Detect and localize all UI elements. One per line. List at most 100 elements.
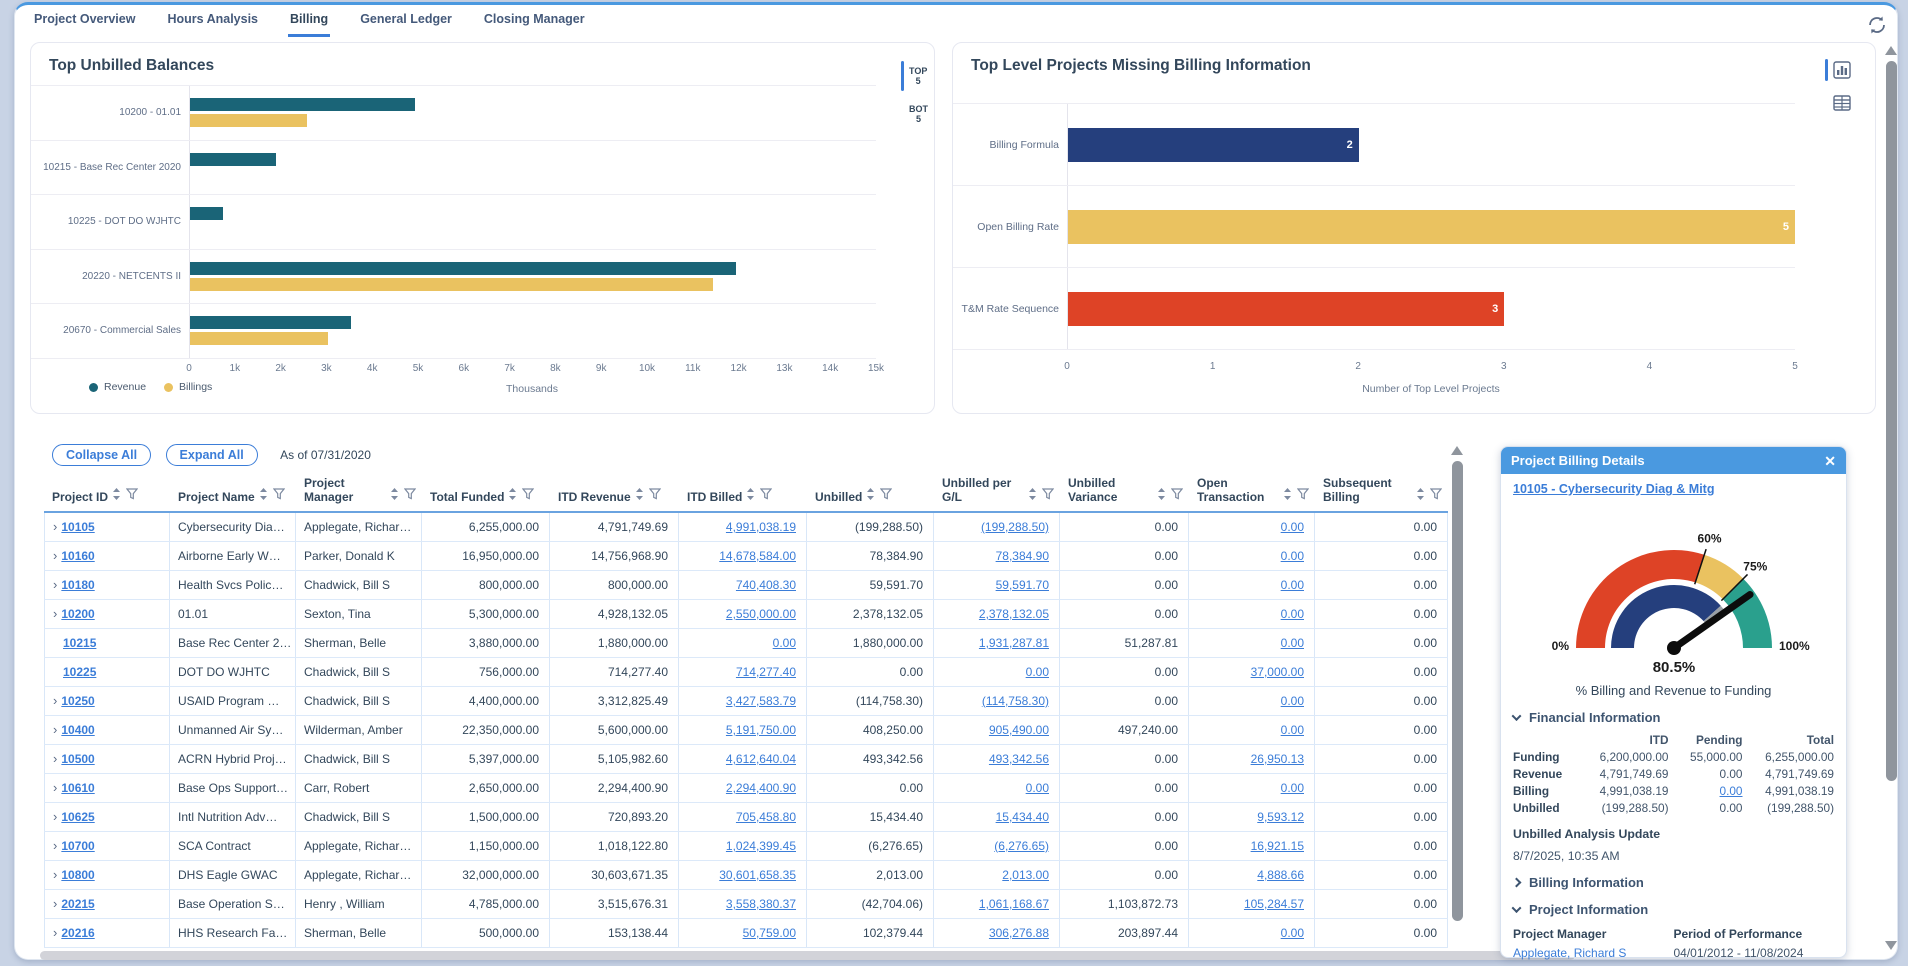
filter-icon[interactable]: [649, 488, 661, 503]
cell-link[interactable]: 30,601,658.35: [719, 868, 796, 882]
table-row[interactable]: ›10800DHS Eagle GWACApplegate, Richar…32…: [44, 861, 1448, 890]
project-id-link[interactable]: 10160: [61, 549, 94, 563]
missing-info-bar[interactable]: 2: [1068, 128, 1359, 162]
sort-icon[interactable]: [1416, 488, 1425, 503]
cell-link[interactable]: 4,991,038.19: [726, 520, 796, 534]
project-detail-link[interactable]: 10105 - Cybersecurity Diag & Mitg: [1513, 482, 1834, 496]
scroll-up-icon[interactable]: [1451, 446, 1463, 455]
revenue-bar[interactable]: [190, 262, 736, 275]
row-expand-icon[interactable]: ›: [53, 839, 57, 852]
cell-link[interactable]: 59,591.70: [996, 578, 1049, 592]
column-header-project-name[interactable]: Project Name: [170, 474, 296, 511]
scroll-up-icon[interactable]: [1885, 46, 1897, 55]
sort-icon[interactable]: [508, 488, 517, 503]
page-scrollbar-thumb[interactable]: [1886, 61, 1897, 781]
cell-link[interactable]: 705,458.80: [736, 810, 796, 824]
cell-link[interactable]: 1,931,287.81: [979, 636, 1049, 650]
scroll-down-icon[interactable]: [1885, 941, 1897, 950]
cell-link[interactable]: 78,384.90: [996, 549, 1049, 563]
cell-link[interactable]: 5,191,750.00: [726, 723, 796, 737]
close-icon[interactable]: ✕: [1824, 454, 1836, 468]
cell-link[interactable]: (199,288.50): [981, 520, 1049, 534]
filter-icon[interactable]: [1430, 488, 1442, 503]
filter-icon[interactable]: [760, 488, 772, 503]
cell-link[interactable]: 3,558,380.37: [726, 897, 796, 911]
cell-link[interactable]: 1,024,399.45: [726, 839, 796, 853]
table-row[interactable]: ›10400Unmanned Air Sy…Wilderman, Amber22…: [44, 716, 1448, 745]
tab-project-overview[interactable]: Project Overview: [32, 10, 137, 37]
cell-link[interactable]: 4,612,640.04: [726, 752, 796, 766]
project-manager-link[interactable]: Applegate, Richard S: [1513, 946, 1626, 960]
filter-icon[interactable]: [1171, 488, 1183, 503]
tab-general-ledger[interactable]: General Ledger: [358, 10, 454, 37]
table-row[interactable]: ›10700SCA ContractApplegate, Richar…1,15…: [44, 832, 1448, 861]
table-row[interactable]: ›20216HHS Research Fa…Sherman, Belle500,…: [44, 919, 1448, 948]
cell-link[interactable]: 493,342.56: [989, 752, 1049, 766]
expand-all-button[interactable]: Expand All: [166, 444, 258, 466]
revenue-bar[interactable]: [190, 153, 276, 166]
sort-icon[interactable]: [112, 488, 121, 503]
top5-toggle[interactable]: TOP5: [901, 61, 928, 91]
row-expand-icon[interactable]: ›: [53, 810, 57, 823]
billings-bar[interactable]: [190, 114, 307, 127]
cell-link[interactable]: 306,276.88: [989, 926, 1049, 940]
column-header-open-transaction[interactable]: Open Transaction: [1189, 474, 1315, 511]
row-expand-icon[interactable]: ›: [53, 549, 57, 562]
row-expand-icon[interactable]: ›: [53, 607, 57, 620]
missing-info-bar[interactable]: 5: [1068, 210, 1795, 244]
cell-link[interactable]: 0.00: [1026, 781, 1049, 795]
project-id-link[interactable]: 10105: [61, 520, 94, 534]
cell-link[interactable]: 105,284.57: [1244, 897, 1304, 911]
project-id-link[interactable]: 10700: [61, 839, 94, 853]
cell-link[interactable]: 50,759.00: [743, 926, 796, 940]
cell-link[interactable]: 2,294,400.90: [726, 781, 796, 795]
project-id-link[interactable]: 10625: [61, 810, 94, 824]
row-expand-icon[interactable]: ›: [53, 897, 57, 910]
column-header-itd-revenue[interactable]: ITD Revenue: [550, 474, 679, 511]
sort-icon[interactable]: [1283, 488, 1292, 503]
project-id-link[interactable]: 10400: [61, 723, 94, 737]
row-expand-icon[interactable]: ›: [53, 723, 57, 736]
table-row[interactable]: ›10180Health Svcs Polic…Chadwick, Bill S…: [44, 571, 1448, 600]
filter-icon[interactable]: [273, 488, 285, 503]
section-financial-information[interactable]: Financial Information: [1513, 710, 1834, 725]
missing-info-bar[interactable]: 3: [1068, 292, 1504, 326]
cell-link[interactable]: 0.00: [1281, 520, 1304, 534]
sort-icon[interactable]: [390, 488, 399, 503]
cell-link[interactable]: 2,378,132.05: [979, 607, 1049, 621]
filter-icon[interactable]: [1297, 488, 1309, 503]
sort-icon[interactable]: [635, 488, 644, 503]
column-header-itd-billed[interactable]: ITD Billed: [679, 474, 807, 511]
filter-icon[interactable]: [404, 488, 416, 503]
pending-billing-link[interactable]: 0.00: [1720, 784, 1743, 798]
cell-link[interactable]: 0.00: [1281, 694, 1304, 708]
table-row[interactable]: 10215Base Rec Center 2…Sherman, Belle3,8…: [44, 629, 1448, 658]
table-row[interactable]: ›10250USAID Program …Chadwick, Bill S4,4…: [44, 687, 1448, 716]
project-id-link[interactable]: 10215: [63, 636, 96, 650]
cell-link[interactable]: (114,758.30): [982, 694, 1049, 708]
project-id-link[interactable]: 10250: [61, 694, 94, 708]
column-header-unbilled-variance[interactable]: Unbilled Variance: [1060, 474, 1189, 511]
sort-icon[interactable]: [259, 488, 268, 503]
column-header-unbilled[interactable]: Unbilled: [807, 474, 934, 511]
section-billing-information[interactable]: Billing Information: [1513, 875, 1834, 890]
sort-icon[interactable]: [1028, 488, 1037, 503]
column-header-total-funded[interactable]: Total Funded: [422, 474, 550, 511]
bot5-toggle[interactable]: BOT5: [901, 99, 928, 129]
cell-link[interactable]: 3,427,583.79: [726, 694, 796, 708]
cell-link[interactable]: 0.00: [1281, 607, 1304, 621]
collapse-all-button[interactable]: Collapse All: [52, 444, 151, 466]
cell-link[interactable]: 0.00: [1281, 781, 1304, 795]
cell-link[interactable]: 740,408.30: [736, 578, 796, 592]
fin-pending-value[interactable]: 0.00: [1669, 784, 1743, 798]
tab-hours-analysis[interactable]: Hours Analysis: [165, 10, 260, 37]
cell-link[interactable]: 15,434.40: [996, 810, 1049, 824]
cell-link[interactable]: 4,888.66: [1257, 868, 1304, 882]
tab-billing[interactable]: Billing: [288, 10, 330, 37]
cell-link[interactable]: (6,276.65): [994, 839, 1049, 853]
cell-link[interactable]: 0.00: [773, 636, 796, 650]
cell-link[interactable]: 2,550,000.00: [726, 607, 796, 621]
horizontal-scrollbar-thumb[interactable]: [40, 951, 1575, 960]
row-expand-icon[interactable]: ›: [53, 694, 57, 707]
project-id-link[interactable]: 10200: [61, 607, 94, 621]
